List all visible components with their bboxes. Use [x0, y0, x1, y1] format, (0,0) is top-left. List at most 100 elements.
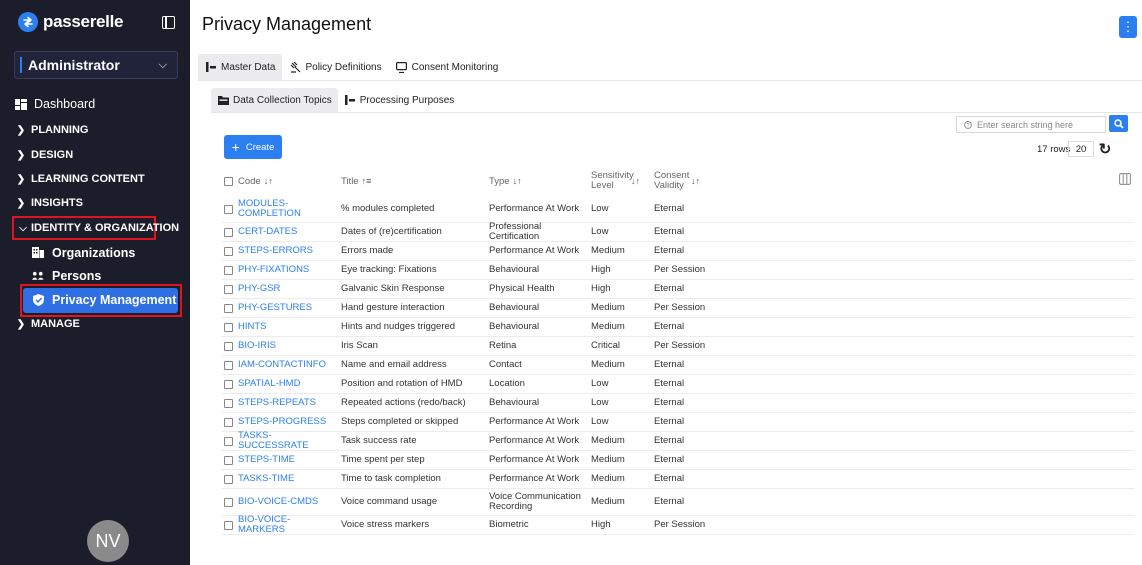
row-checkbox[interactable]: [224, 341, 233, 351]
row-checkbox[interactable]: [224, 497, 233, 507]
column-header-sensitivity[interactable]: Sensitivity Level ↓↑: [591, 166, 651, 196]
cell-text: Time spent per step: [341, 454, 425, 466]
row-checkbox[interactable]: [224, 398, 233, 408]
table-row[interactable]: PHY-GESTURES Hand gesture interaction Beha…: [222, 299, 1134, 318]
cell-code[interactable]: PHY-FIXATIONS: [224, 261, 336, 279]
cell-code[interactable]: MODULES-COMPLETION: [224, 196, 336, 222]
page-size-select[interactable]: 20: [1068, 141, 1094, 157]
cell-code[interactable]: STEPS-PROGRESS: [224, 413, 336, 431]
row-checkbox[interactable]: [224, 474, 233, 484]
cell-text: Low: [591, 397, 609, 409]
row-checkbox[interactable]: [224, 303, 233, 313]
cell-code[interactable]: IAM-CONTACTINFO: [224, 356, 336, 374]
cell-text: Per Session: [654, 340, 706, 352]
table-row[interactable]: HINTS Hints and nudges triggered Behaviour…: [222, 318, 1134, 337]
table-row[interactable]: MODULES-COMPLETION % modules completed Per…: [222, 196, 1134, 223]
table-row[interactable]: STEPS-PROGRESS Steps completed or skipped…: [222, 413, 1134, 432]
table-row[interactable]: IAM-CONTACTINFO Name and email address Con…: [222, 356, 1134, 375]
sidebar-collapse-icon[interactable]: [162, 16, 175, 29]
column-header-consent[interactable]: Consent Validity ↓↑: [654, 166, 714, 196]
row-checkbox[interactable]: [224, 455, 233, 465]
table-row[interactable]: PHY-GSR Galvanic Skin Response Physical He…: [222, 280, 1134, 299]
cell-type: Biometric: [489, 516, 585, 534]
sort-icon[interactable]: ↓↑: [513, 176, 522, 186]
sidebar-item-insights[interactable]: ❯ INSIGHTS: [0, 196, 190, 210]
cell-code[interactable]: PHY-GESTURES: [224, 299, 336, 317]
chevron-right-icon: ❯: [16, 149, 26, 161]
row-checkbox[interactable]: [224, 436, 233, 446]
cell-text: Performance At Work: [489, 245, 580, 257]
table-row[interactable]: BIO-VOICE-MARKERS Voice stress markers Bio…: [222, 515, 1134, 535]
column-header-title[interactable]: Title ↑≡: [341, 166, 371, 196]
row-checkbox[interactable]: [224, 204, 233, 214]
sidebar-item-dashboard[interactable]: Dashboard: [0, 96, 190, 112]
sidebar-item-manage[interactable]: ❯ MANAGE: [0, 317, 190, 331]
cell-code[interactable]: STEPS-REPEATS: [224, 394, 336, 412]
table-row[interactable]: CERT-DATES Dates of (re)certification Prof…: [222, 222, 1134, 242]
table-row[interactable]: STEPS-TIME Time spent per step Performance…: [222, 451, 1134, 470]
table-row[interactable]: STEPS-ERRORS Errors made Performance At Wo…: [222, 242, 1134, 261]
row-checkbox[interactable]: [224, 265, 233, 275]
sort-icon[interactable]: ↓↑: [631, 176, 640, 186]
sidebar-item-persons[interactable]: Persons: [0, 268, 190, 283]
sidebar-item-planning[interactable]: ❯ PLANNING: [0, 123, 190, 137]
table-row[interactable]: TASKS-SUCCESSRATE Task success rate Perfor…: [222, 431, 1134, 451]
row-checkbox[interactable]: [224, 520, 233, 530]
sidebar-item-privacy-management[interactable]: Privacy Management: [0, 292, 190, 308]
column-header-type[interactable]: Type ↓↑: [489, 166, 522, 196]
tab-processing-purposes[interactable]: Processing Purposes: [338, 88, 461, 112]
column-header-code[interactable]: Code ↓↑: [224, 166, 273, 196]
cell-text: Eternal: [654, 283, 685, 295]
avatar[interactable]: NV: [87, 520, 129, 562]
row-checkbox[interactable]: [224, 284, 233, 294]
refresh-icon[interactable]: ↻: [1097, 140, 1113, 158]
table-row[interactable]: TASKS-TIME Time to task completion Perform…: [222, 470, 1134, 489]
row-checkbox[interactable]: [224, 379, 233, 389]
table-row[interactable]: BIO-IRIS Iris Scan Retina Critical Per Sessi…: [222, 337, 1134, 356]
cell-code[interactable]: SPATIAL-HMD: [224, 375, 336, 393]
more-options-icon[interactable]: ⋮: [1119, 16, 1137, 38]
table-row[interactable]: PHY-FIXATIONS Eye tracking: Fixations Beha…: [222, 261, 1134, 280]
row-checkbox[interactable]: [224, 227, 233, 237]
search-button[interactable]: [1109, 115, 1128, 132]
cell-sensitivity: High: [591, 280, 651, 298]
cell-code[interactable]: TASKS-SUCCESSRATE: [224, 431, 336, 450]
cell-text: Eternal: [654, 321, 685, 333]
tab-data-collection-topics[interactable]: Data Collection Topics: [211, 88, 338, 112]
sidebar-item-design[interactable]: ❯ DESIGN: [0, 148, 190, 162]
create-button-label: Create: [245, 141, 275, 153]
sidebar-item-identity-organization[interactable]: ⌵ IDENTITY & ORGANIZATION: [0, 221, 190, 235]
cell-code[interactable]: STEPS-TIME: [224, 451, 336, 469]
sort-icon[interactable]: ↓↑: [691, 176, 700, 186]
cell-code[interactable]: BIO-VOICE-CMDS: [224, 489, 336, 515]
sidebar-item-organizations[interactable]: Organizations: [0, 245, 190, 260]
brand[interactable]: passerelle: [18, 10, 123, 34]
row-checkbox[interactable]: [224, 417, 233, 427]
sort-icon[interactable]: ↓↑: [264, 176, 273, 186]
role-select[interactable]: Administrator ⌵: [14, 51, 178, 79]
search-input[interactable]: ? Enter search string here: [956, 116, 1106, 133]
table-row[interactable]: STEPS-REPEATS Repeated actions (redo/back…: [222, 394, 1134, 413]
tab-master-data[interactable]: Master Data: [198, 54, 283, 80]
tab-policy-definitions[interactable]: Policy Definitions: [282, 54, 388, 80]
cell-code[interactable]: HINTS: [224, 318, 336, 336]
tab-label: Consent Monitoring: [411, 61, 499, 73]
cell-code[interactable]: TASKS-TIME: [224, 470, 336, 488]
create-button[interactable]: + Create: [224, 135, 282, 159]
cell-code[interactable]: BIO-VOICE-MARKERS: [224, 515, 336, 534]
select-all-checkbox[interactable]: [224, 176, 233, 186]
sort-asc-icon[interactable]: ↑≡: [362, 176, 372, 186]
table-row[interactable]: SPATIAL-HMD Position and rotation of HMD L…: [222, 375, 1134, 394]
cell-title: Time spent per step: [341, 451, 481, 469]
tab-consent-monitoring[interactable]: Consent Monitoring: [389, 54, 506, 80]
cell-code[interactable]: CERT-DATES: [224, 223, 336, 241]
row-checkbox[interactable]: [224, 360, 233, 370]
table-row[interactable]: BIO-VOICE-CMDS Voice command usage Voice C…: [222, 489, 1134, 516]
cell-text: Time to task completion: [341, 473, 441, 485]
cell-code[interactable]: BIO-IRIS: [224, 337, 336, 355]
cell-code[interactable]: PHY-GSR: [224, 280, 336, 298]
row-checkbox[interactable]: [224, 246, 233, 256]
row-checkbox[interactable]: [224, 322, 233, 332]
cell-code[interactable]: STEPS-ERRORS: [224, 242, 336, 260]
sidebar-item-learning-content[interactable]: ❯ LEARNING CONTENT: [0, 172, 190, 186]
